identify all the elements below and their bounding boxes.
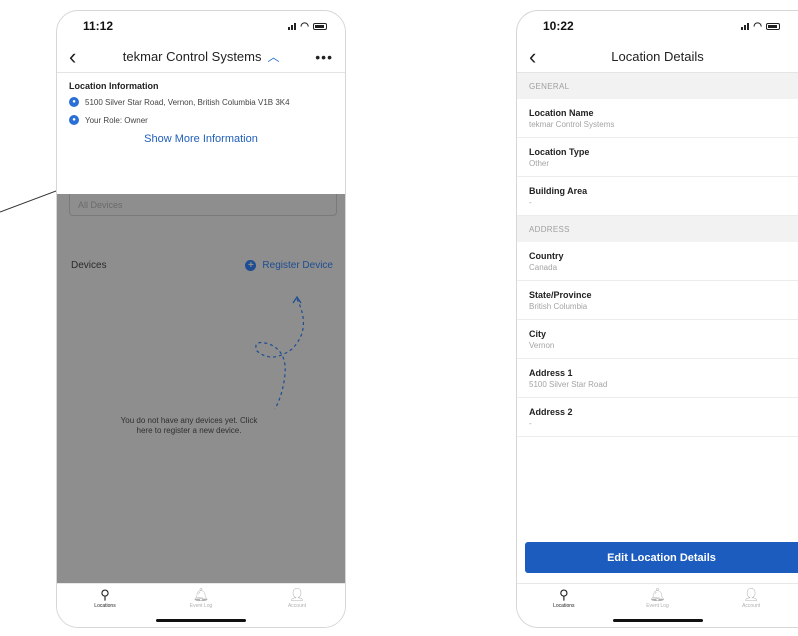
detail-value: Vernon — [529, 341, 555, 350]
back-chevron-icon[interactable]: ‹ — [529, 45, 547, 68]
detail-row-building-area: Building Area - — [517, 177, 798, 216]
detail-row-address-2: Address 2 - — [517, 398, 798, 437]
tab-locations[interactable]: ⚲ Locations — [75, 588, 135, 609]
dashed-arrow-icon — [255, 295, 304, 410]
detail-value: British Columbia — [529, 302, 588, 311]
edit-location-details-button[interactable]: Edit Location Details — [525, 542, 798, 573]
role-text: Your Role: Owner — [85, 115, 148, 125]
section-header-general: GENERAL — [517, 73, 798, 99]
tab-label: Event Log — [189, 603, 213, 609]
tab-account[interactable]: 👤︎ Account — [721, 588, 781, 609]
tab-event-log[interactable]: 🔔︎ Event Log — [171, 588, 231, 609]
home-indicator[interactable] — [612, 619, 703, 622]
more-options-icon[interactable]: ••• — [315, 49, 333, 65]
tab-label: Event Log — [646, 603, 669, 609]
register-device-button[interactable]: + Register Device — [245, 260, 333, 271]
all-devices-dropdown[interactable]: All Devices — [69, 194, 337, 216]
tab-bar: ⚲ Locations 🔔︎ Event Log 👤︎ Account — [57, 583, 345, 627]
dimmed-overlay[interactable]: All Devices Devices + Register Device Yo… — [57, 194, 345, 586]
detail-value: - — [529, 198, 532, 207]
bell-icon: 🔔︎ — [649, 587, 666, 602]
detail-label: Country — [529, 251, 564, 261]
tab-locations[interactable]: ⚲ Locations — [534, 588, 594, 609]
detail-label: State/Province — [529, 290, 592, 300]
status-bar: 10:22 ◠ — [517, 11, 798, 41]
status-bar: 11:12 ◠ — [57, 11, 345, 41]
location-pin-icon: ⚲ — [559, 587, 569, 602]
tab-label: Account — [742, 603, 761, 609]
tab-event-log[interactable]: 🔔︎ Event Log — [627, 588, 687, 609]
info-heading: Location Information — [69, 81, 159, 91]
section-header-address: ADDRESS — [517, 216, 798, 242]
tab-label: Locations — [94, 603, 116, 609]
filter-strip: All Devices — [57, 194, 345, 234]
general-section: Location Name tekmar Control Systems Locat… — [517, 99, 798, 216]
nav-bar: ‹ tekmar Control Systems ︿ ••• — [57, 41, 345, 73]
detail-label: Address 1 — [529, 368, 573, 378]
detail-row-country: Country Canada — [517, 242, 798, 281]
battery-icon — [766, 22, 780, 30]
wifi-icon: ◠ — [300, 20, 309, 32]
show-more-information-link[interactable]: Show More Information — [69, 133, 333, 145]
nav-title[interactable]: tekmar Control Systems ︿ — [87, 48, 315, 65]
plus-circle-icon: + — [245, 260, 257, 271]
tab-label: Account — [287, 603, 307, 609]
detail-value: 5100 Silver Star Road — [529, 380, 608, 389]
chevron-up-icon[interactable]: ︿ — [267, 50, 279, 64]
register-device-label: Register Device — [262, 260, 333, 271]
status-icons: ◠ — [741, 21, 780, 32]
detail-value: Canada — [529, 263, 558, 272]
detail-row-location-name: Location Name tekmar Control Systems — [517, 99, 798, 138]
status-time: 10:22 — [543, 19, 574, 33]
detail-row-location-type: Location Type Other — [517, 138, 798, 177]
home-indicator[interactable] — [156, 619, 246, 622]
detail-row-city: City Vernon — [517, 320, 798, 359]
detail-row-address-1: Address 1 5100 Silver Star Road — [517, 359, 798, 398]
detail-label: City — [529, 329, 547, 339]
signal-icon — [288, 22, 297, 30]
tab-account[interactable]: 👤︎ Account — [267, 588, 327, 609]
signal-icon — [741, 22, 750, 30]
left-phone-screen: 11:12 ◠ ‹ tekmar Control Systems ︿ ••• Lo… — [56, 10, 346, 628]
address-text: 5100 Silver Star Road, Vernon, British C… — [85, 97, 290, 107]
address-section: Country Canada State/Province British Colum… — [517, 242, 798, 437]
detail-value: tekmar Control Systems — [529, 120, 615, 129]
right-phone-screen: 10:22 ◠ ‹ Location Details GENERAL Locat… — [516, 10, 798, 628]
location-name-title: tekmar Control Systems — [122, 49, 262, 64]
back-chevron-icon[interactable]: ‹ — [69, 45, 87, 68]
devices-label: Devices — [71, 260, 107, 271]
page-title: Location Details — [611, 49, 704, 64]
user-icon: ● — [69, 115, 79, 125]
empty-devices-message[interactable]: You do not have any devices yet. Click h… — [119, 416, 259, 437]
screenshot-stage: 11:12 ◠ ‹ tekmar Control Systems ︿ ••• Lo… — [0, 0, 798, 636]
status-icons: ◠ — [288, 21, 327, 32]
role-row: ● Your Role: Owner — [69, 115, 333, 125]
person-icon: 👤︎ — [742, 587, 760, 602]
battery-icon — [313, 22, 327, 30]
person-icon: 👤︎ — [288, 587, 306, 602]
detail-value: Other — [529, 159, 550, 168]
bell-icon: 🔔︎ — [192, 587, 210, 602]
detail-label: Location Name — [529, 108, 594, 118]
nav-bar: ‹ Location Details — [517, 41, 798, 73]
detail-value: - — [529, 419, 532, 428]
detail-row-state-province: State/Province British Columbia — [517, 281, 798, 320]
map-pin-icon: ● — [69, 97, 79, 107]
detail-label: Location Type — [529, 147, 590, 157]
devices-header: Devices + Register Device — [57, 234, 345, 271]
tab-label: Locations — [553, 603, 575, 609]
detail-label: Building Area — [529, 186, 588, 196]
tab-bar: ⚲ Locations 🔔︎ Event Log 👤︎ Account — [517, 583, 798, 627]
status-time: 11:12 — [83, 19, 114, 33]
location-info-panel: Location Information ● 5100 Silver Star … — [57, 73, 345, 155]
location-pin-icon: ⚲ — [100, 587, 110, 602]
address-row: ● 5100 Silver Star Road, Vernon, British… — [69, 97, 333, 107]
wifi-icon: ◠ — [753, 20, 762, 32]
detail-label: Address 2 — [529, 407, 573, 417]
